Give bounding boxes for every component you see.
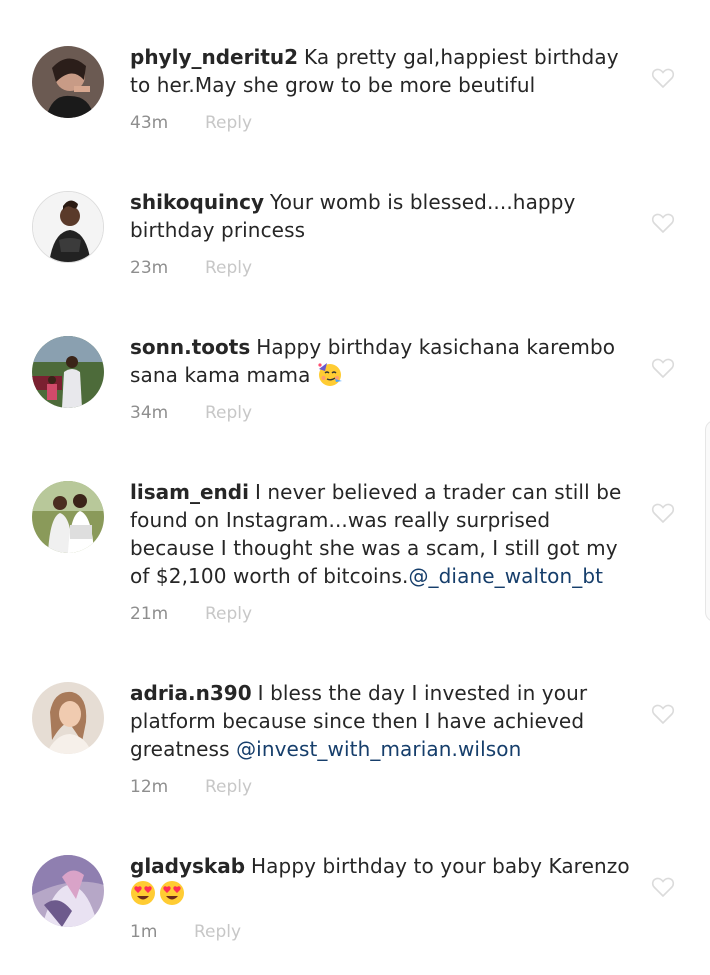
comment-item: gladyskab Happy birthday to your baby Kar… <box>0 0 710 975</box>
avatar[interactable] <box>32 855 104 927</box>
reply-button[interactable]: Reply <box>194 922 241 942</box>
heart-eyes-emoji <box>130 880 156 906</box>
comment-content: Happy birthday to your baby Karenzo <box>251 854 630 878</box>
username[interactable]: gladyskab <box>130 854 245 878</box>
scroll-handle[interactable] <box>705 420 710 622</box>
timestamp: 1m <box>130 922 158 942</box>
comment-meta: 1m Reply <box>130 922 241 942</box>
comment-text: gladyskab Happy birthday to your baby Kar… <box>130 852 630 908</box>
heart-outline-icon[interactable] <box>651 876 675 898</box>
heart-eyes-emoji <box>159 880 185 906</box>
